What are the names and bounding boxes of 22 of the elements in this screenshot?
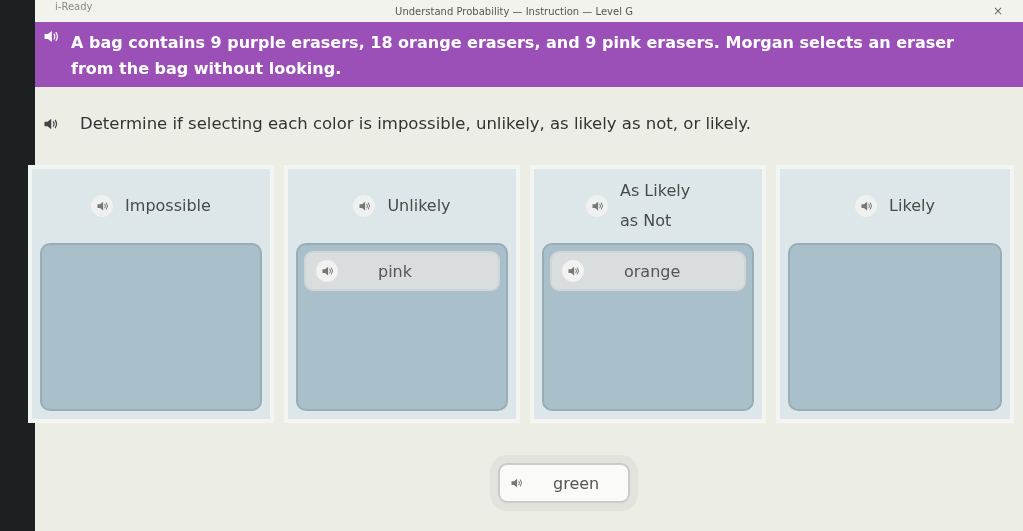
speaker-icon[interactable] xyxy=(320,266,334,277)
answer-chip[interactable]: pink xyxy=(304,251,500,292)
category-label: Unlikely xyxy=(387,195,451,217)
drop-zone[interactable]: pink xyxy=(296,243,508,412)
speaker-icon[interactable] xyxy=(95,201,109,212)
speaker-icon[interactable] xyxy=(566,266,580,277)
drop-zone[interactable]: orange xyxy=(542,243,754,412)
answer-chip[interactable]: orange xyxy=(550,251,746,292)
speaker-icon[interactable] xyxy=(510,478,523,489)
app-logo: i-Ready xyxy=(55,1,93,13)
category-label: As Likely as Not xyxy=(620,179,692,233)
speaker-icon[interactable] xyxy=(859,201,873,212)
question-text: A bag contains 9 purple erasers, 18 orange erasers, and 9 pink erasers. Morgan selects an eraser from the bag without looking. xyxy=(71,32,955,80)
window-title: Understand Probability — Instruction — Level G xyxy=(395,5,633,17)
speaker-icon[interactable] xyxy=(43,30,59,43)
speaker-icon[interactable] xyxy=(590,201,604,212)
close-button[interactable]: × xyxy=(992,4,1003,18)
category-label: Likely xyxy=(889,195,935,217)
category-label: Impossible xyxy=(125,195,211,217)
speaker-icon[interactable] xyxy=(357,201,371,212)
speaker-icon[interactable] xyxy=(43,117,58,130)
instruction-text: Determine if selecting each color is impossible, unlikely, as likely as not, or likely. xyxy=(80,114,751,134)
